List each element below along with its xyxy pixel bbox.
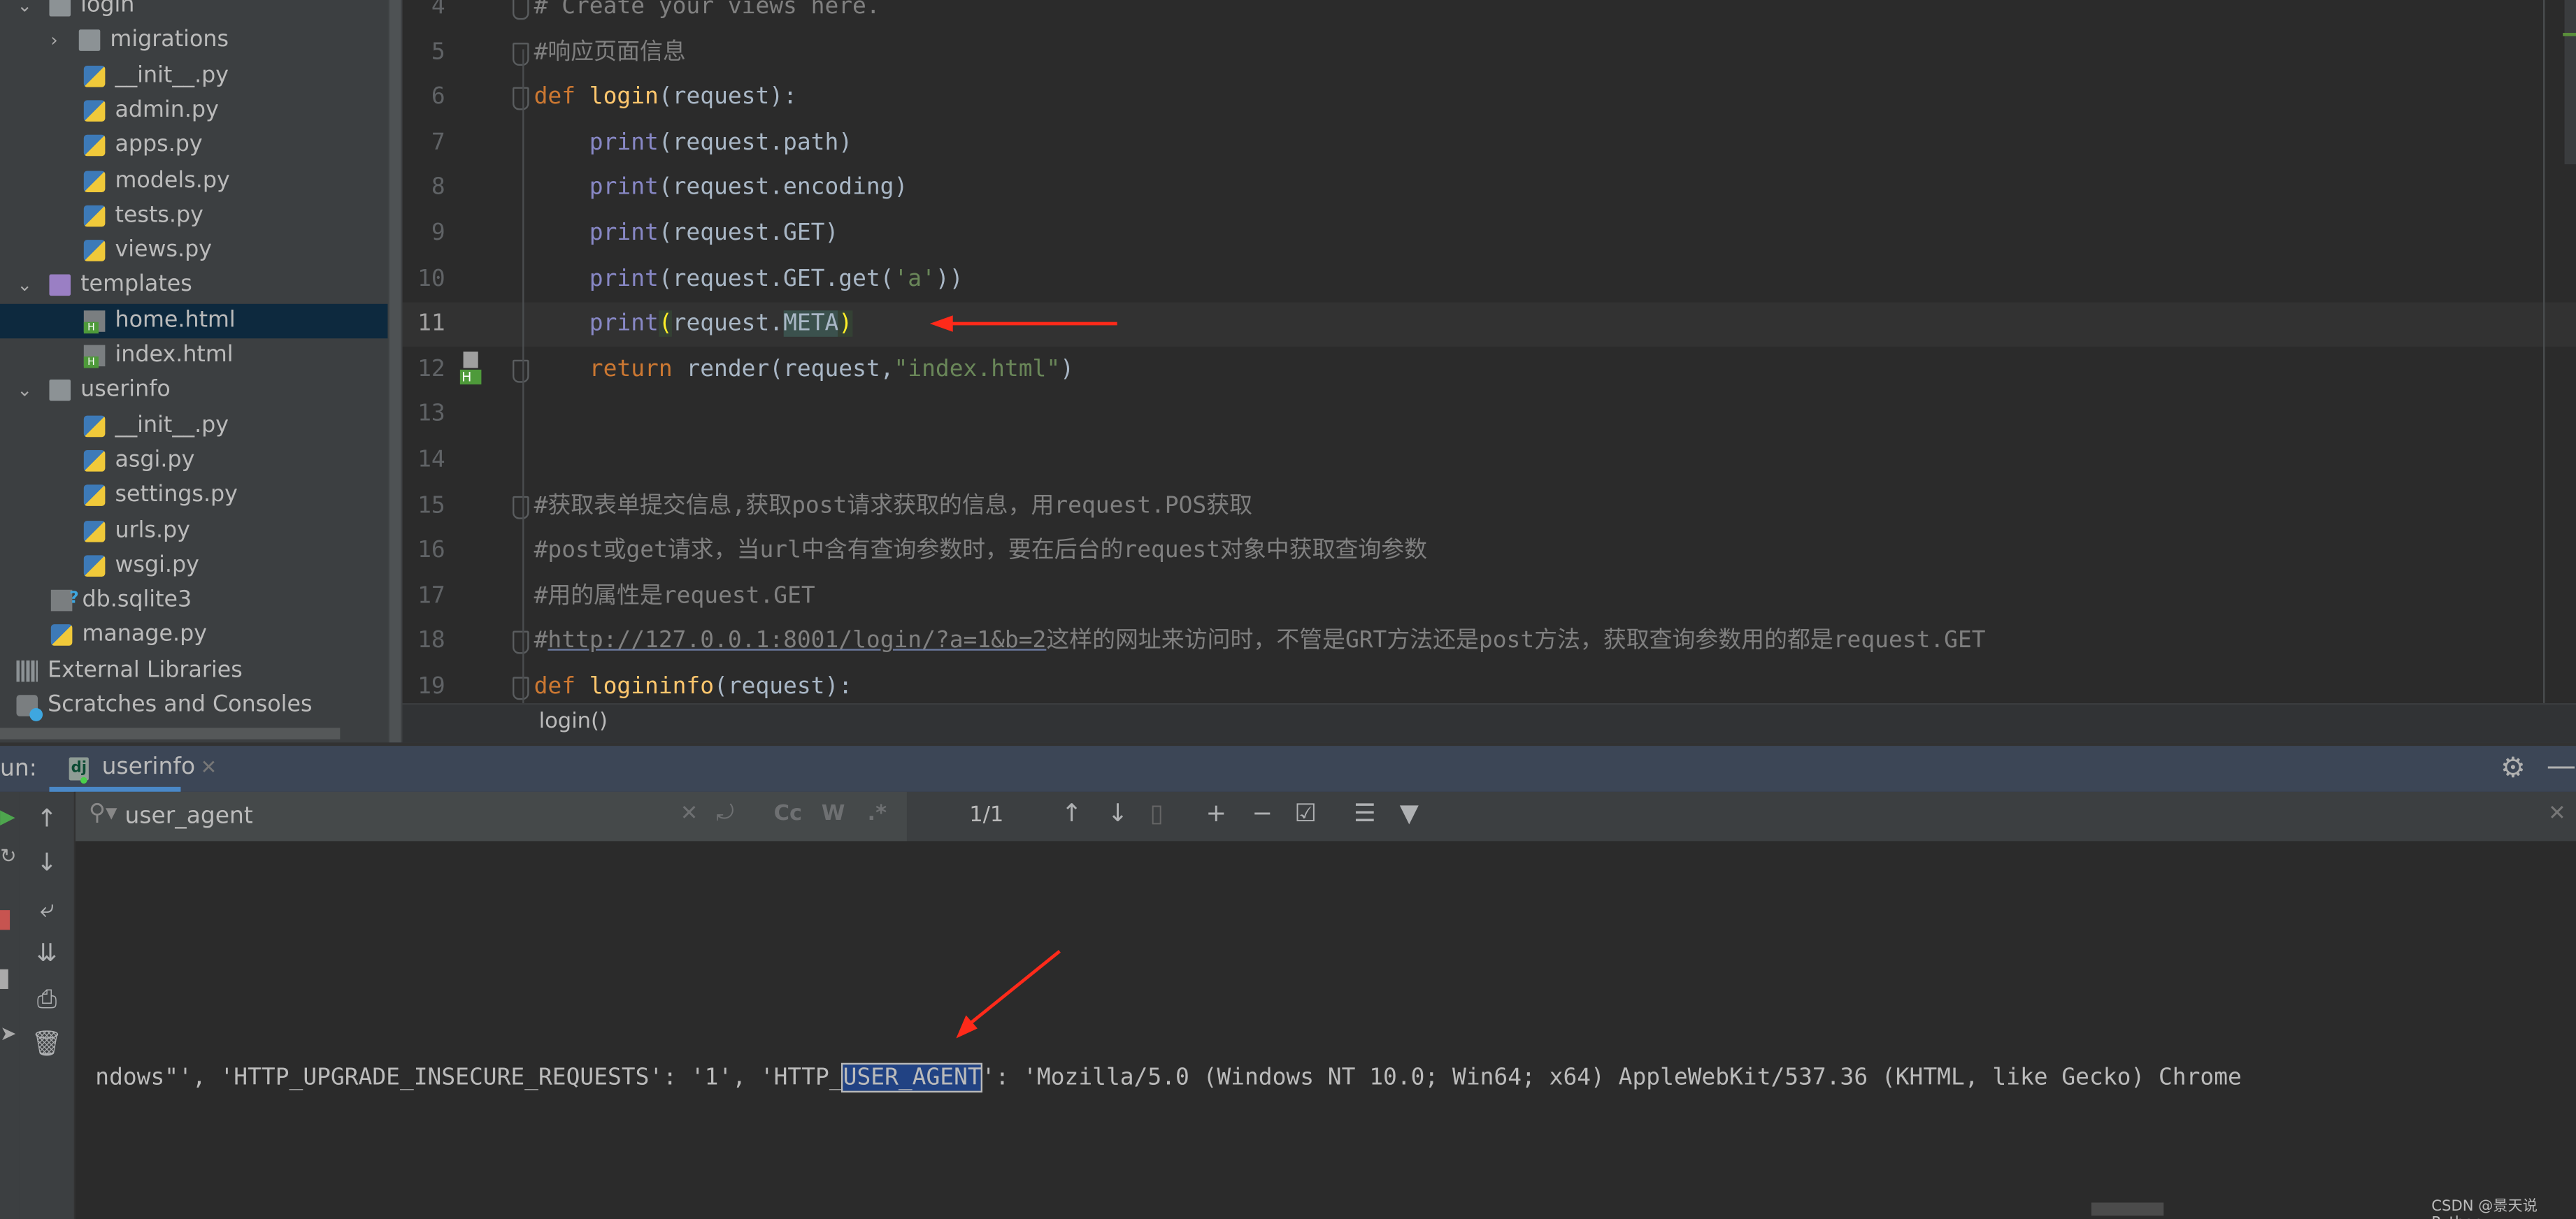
annotation-arrows xyxy=(929,315,1117,1039)
annotation-arrow-code xyxy=(929,315,1117,332)
ide-window: ⌄ login › migrations __init__.py admin.py apps… xyxy=(0,0,2576,1219)
annotation-arrow-console xyxy=(956,950,1061,1039)
